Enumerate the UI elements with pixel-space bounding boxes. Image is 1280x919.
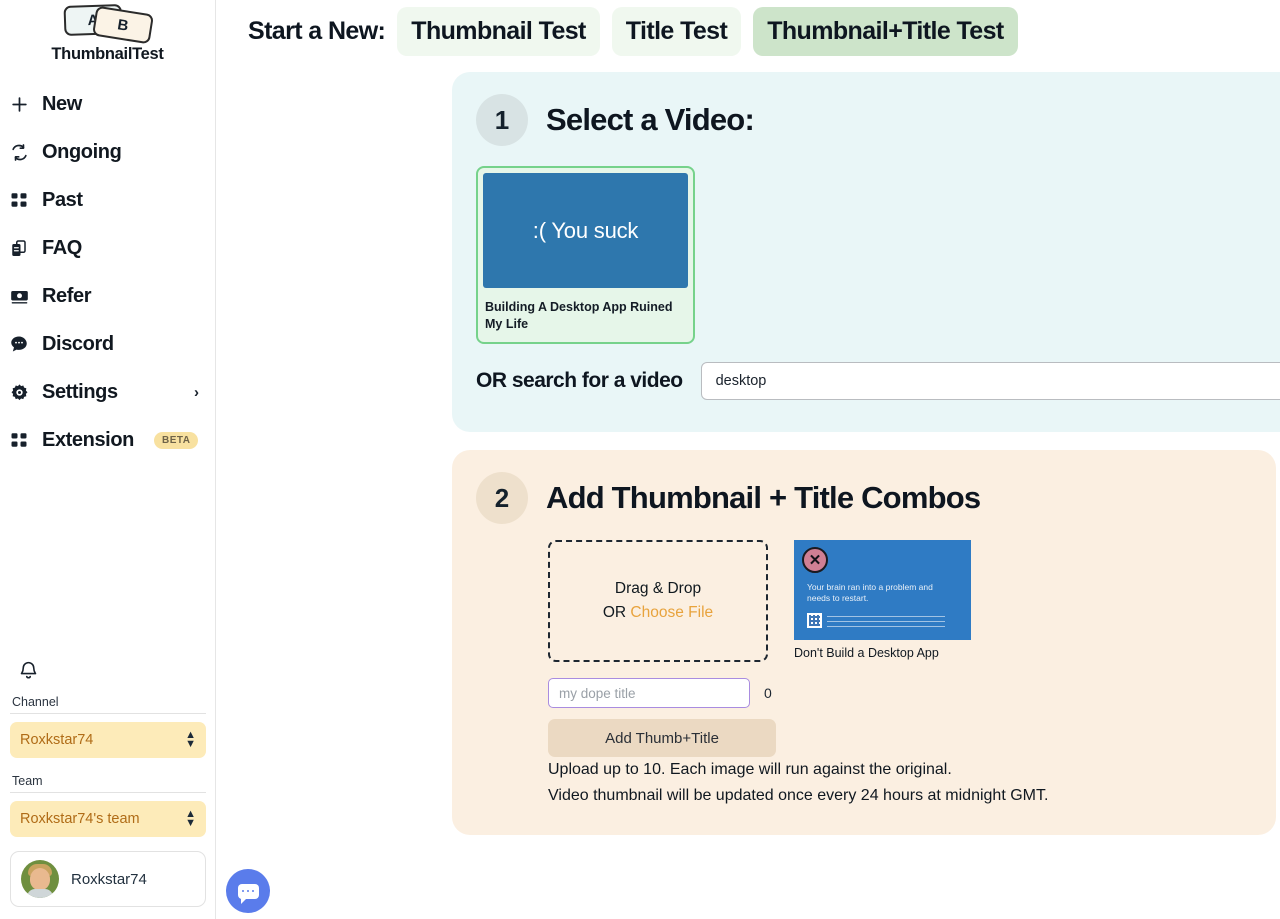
sidebar-item-label: Extension — [42, 428, 134, 451]
sidebar-item-settings[interactable]: Settings › — [0, 368, 215, 416]
qr-code-icon — [807, 613, 822, 628]
title-input[interactable] — [548, 678, 750, 708]
dropzone-drag-label: Drag & Drop — [614, 580, 702, 597]
brand-name: ThumbnailTest — [51, 45, 164, 63]
sidebar-item-extension[interactable]: Extension BETA — [0, 416, 215, 464]
sidebar-item-ongoing[interactable]: Ongoing — [0, 128, 215, 176]
char-count: 0 — [764, 685, 772, 701]
team-select[interactable]: Roxkstar74's team ▲ ▼ — [10, 801, 206, 837]
document-icon — [8, 239, 30, 258]
main-content: Start a New: Thumbnail Test Title Test T… — [216, 0, 1280, 919]
bell-icon — [20, 661, 37, 679]
choose-file-link[interactable]: Choose File — [630, 604, 713, 621]
step-2-number: 2 — [476, 472, 528, 524]
sidebar-item-label: Settings — [42, 380, 118, 403]
chevron-right-icon: › — [194, 383, 199, 401]
step-2-header: 2 Add Thumbnail + Title Combos — [476, 472, 1252, 524]
grid-icon — [8, 191, 30, 209]
logo-cards: A B — [48, 2, 168, 45]
search-label: OR search for a video — [476, 369, 683, 392]
chat-support-button[interactable] — [226, 869, 270, 913]
dropzone-or-label: OR — [602, 604, 631, 621]
sidebar-item-label: New — [42, 92, 82, 115]
combo-area: Drag & Drop OR Choose File ✕ Your brain … — [476, 540, 1252, 662]
chat-icon — [8, 334, 30, 354]
tab-title-test[interactable]: Title Test — [611, 6, 742, 56]
chat-dot — [251, 889, 255, 893]
error-x-icon: ✕ — [802, 547, 828, 573]
sidebar-item-past[interactable]: Past — [0, 176, 215, 224]
beta-badge: BETA — [153, 431, 199, 449]
step-1-title: Select a Video: — [546, 102, 755, 137]
grid-icon — [8, 431, 30, 449]
uploaded-thumbnail-caption: Don't Build a Desktop App — [794, 646, 939, 660]
step-1-header: 1 Select a Video: — [476, 94, 1280, 146]
profile-card[interactable]: Roxkstar74 — [10, 851, 206, 907]
sidebar-item-faq[interactable]: FAQ — [0, 224, 215, 272]
avatar-face — [30, 868, 50, 890]
sidebar-item-discord[interactable]: Discord — [0, 320, 215, 368]
sidebar-item-label: Past — [42, 188, 83, 211]
uploaded-thumbnail-preview[interactable]: ✕ Your brain ran into a problem and need… — [794, 540, 971, 662]
gear-icon — [8, 383, 30, 402]
step-2-panel: 2 Add Thumbnail + Title Combos Drag & Dr… — [452, 450, 1276, 835]
placeholder-lines — [827, 613, 945, 627]
channel-value: Roxkstar74 — [20, 732, 94, 748]
video-title: Building A Desktop App Ruined My Life — [485, 300, 673, 331]
tab-thumbnail-title-test[interactable]: Thumbnail+Title Test — [753, 6, 1018, 56]
sidebar-nav: New Ongoing Past FAQ Refer Discord Setti… — [0, 80, 215, 464]
step-2-title: Add Thumbnail + Title Combos — [546, 480, 981, 515]
chevron-updown-icon: ▲ ▼ — [185, 808, 196, 829]
notifications-bell-button[interactable] — [8, 655, 208, 693]
avatar-body — [27, 889, 53, 898]
step-1-number: 1 — [476, 94, 528, 146]
logo-card-b: B — [91, 5, 154, 45]
sidebar-item-label: Ongoing — [42, 140, 122, 163]
sidebar-footer: Channel Roxkstar74 ▲ ▼ Team Roxkstar74's … — [0, 655, 216, 919]
add-thumb-title-button[interactable]: Add Thumb+Title — [548, 719, 776, 757]
dropzone[interactable]: Drag & Drop OR Choose File — [548, 540, 768, 662]
chevron-updown-icon: ▲ ▼ — [185, 729, 196, 750]
sidebar-item-label: Refer — [42, 284, 92, 307]
upload-hint-line-2: Video thumbnail will be updated once eve… — [548, 787, 1049, 804]
sidebar-item-label: FAQ — [42, 236, 82, 259]
chat-bubble-icon — [237, 883, 259, 904]
upload-hint-line-1: Upload up to 10. Each image will run aga… — [548, 761, 952, 778]
team-label: Team — [10, 772, 206, 793]
channel-label: Channel — [10, 693, 206, 714]
avatar — [21, 860, 59, 898]
chat-dot — [246, 889, 250, 893]
brand-logo[interactable]: A B ThumbnailTest — [0, 0, 215, 64]
tab-thumbnail-test[interactable]: Thumbnail Test — [397, 6, 600, 56]
plus-icon — [8, 95, 30, 114]
dropzone-or-row: OR Choose File — [603, 604, 713, 622]
channel-select[interactable]: Roxkstar74 ▲ ▼ — [10, 722, 206, 758]
sidebar: A B ThumbnailTest New Ongoing Past FAQ R… — [0, 0, 216, 919]
refresh-icon — [8, 143, 30, 162]
steps-2-3-row: 2 Add Thumbnail + Title Combos Drag & Dr… — [452, 450, 1280, 835]
page-title: Start a New: — [248, 16, 386, 45]
step-1-panel: 1 Select a Video: GET NEW VIDEOS :( You … — [452, 72, 1280, 432]
uploaded-thumbnail-image: ✕ Your brain ran into a problem and need… — [794, 540, 971, 640]
new-test-tabs: Start a New: Thumbnail Test Title Test T… — [216, 0, 1280, 62]
uploaded-thumbnail-text: Your brain ran into a problem and needs … — [807, 582, 933, 603]
video-card[interactable]: :( You suck Building A Desktop App Ruine… — [476, 166, 695, 344]
video-search-row: OR search for a video — [476, 362, 1280, 400]
profile-name: Roxkstar74 — [71, 870, 147, 888]
money-icon — [8, 287, 30, 306]
sidebar-item-refer[interactable]: Refer — [0, 272, 215, 320]
search-input[interactable] — [700, 362, 1280, 400]
title-input-row: 0 — [548, 678, 1252, 708]
chat-dot — [241, 889, 245, 893]
team-value: Roxkstar74's team — [20, 811, 140, 827]
sidebar-item-label: Discord — [42, 332, 114, 355]
video-thumbnail: :( You suck — [483, 173, 688, 288]
sidebar-item-new[interactable]: New — [0, 80, 215, 128]
